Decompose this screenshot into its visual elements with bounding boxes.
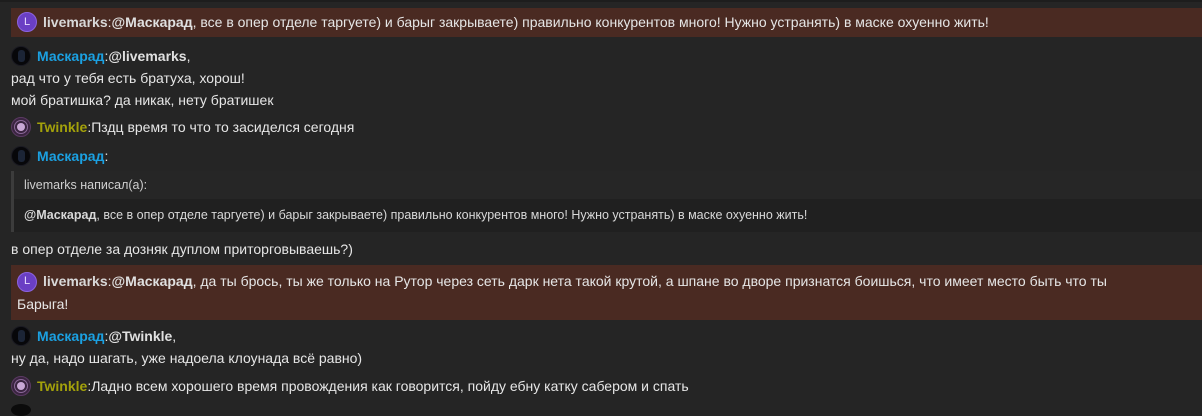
chat-message: Маскарад:: [11, 145, 1202, 167]
username-maskarad[interactable]: Маскарад: [37, 45, 104, 67]
quote-block: livemarks написал(а): @Маскарад, все в о…: [11, 171, 1202, 232]
chat-message: Маскарад: @livemarks, рад что у тебя ест…: [11, 45, 1202, 111]
message-line: в опер отделе за дозняк дуплом приторгов…: [11, 241, 353, 257]
mention[interactable]: @livemarks: [108, 45, 186, 67]
message-text: , все в опер отделе таргуете) и барыг за…: [192, 14, 989, 30]
username-maskarad[interactable]: Маскарад: [37, 325, 104, 347]
username-livemarks[interactable]: livemarks: [43, 11, 108, 33]
message-line: рад что у тебя есть братуха, хорош!: [11, 70, 245, 86]
message-line: ну да, надо шагать, уже надоела клоунада…: [11, 350, 363, 366]
message-text: , да ты брось, ты же только на Рутор чер…: [192, 273, 1107, 289]
avatar-livemarks[interactable]: L: [17, 271, 37, 292]
avatar-twinkle[interactable]: [11, 376, 31, 396]
quote-body: @Маскарад, все в опер отделе таргуете) и…: [14, 199, 1202, 232]
mention[interactable]: @Маскарад: [112, 270, 193, 293]
username-twinkle[interactable]: Twinkle: [37, 375, 87, 397]
message-line: мой братишка? да никак, нету братишек: [11, 92, 274, 108]
quote-mention[interactable]: @Маскарад: [24, 208, 96, 222]
mention[interactable]: @Twinkle: [108, 325, 172, 347]
avatar-twinkle[interactable]: [11, 117, 31, 137]
quote-text: , все в опер отделе таргуете) и барыг за…: [96, 208, 808, 222]
punctuation: ,: [172, 328, 177, 344]
avatar-maskarad[interactable]: [11, 326, 31, 346]
mention[interactable]: @Маскарад: [112, 11, 193, 33]
chat-message-highlighted: L livemarks: @Маскарад, да ты брось, ты …: [11, 265, 1202, 320]
username-maskarad[interactable]: Маскарад: [37, 145, 104, 167]
chat-message: Twinkle: Ладно всем хорошего время прово…: [11, 375, 1202, 397]
avatar-livemarks[interactable]: L: [17, 12, 37, 32]
chat-message-highlighted: L livemarks: @Маскарад, все в опер отдел…: [11, 8, 1202, 37]
top-divider: [0, 0, 1202, 2]
avatar-maskarad[interactable]: [11, 146, 31, 166]
username-livemarks[interactable]: livemarks: [43, 270, 108, 293]
avatar-partial: [11, 404, 31, 416]
chat-message: Маскарад: @Twinkle, ну да, надо шагать, …: [11, 325, 1202, 369]
punctuation: ,: [186, 48, 191, 64]
message-text-continued: Барыга!: [17, 296, 69, 312]
quote-header: livemarks написал(а):: [14, 171, 1202, 199]
message-text: Ладно всем хорошего время провождения ка…: [91, 378, 689, 394]
chat-message: Twinkle: Пздц время то что то засиделся …: [11, 116, 1202, 138]
message-text: Пздц время то что то засиделся сегодня: [91, 119, 355, 135]
avatar-maskarad[interactable]: [11, 46, 31, 66]
username-twinkle[interactable]: Twinkle: [37, 116, 87, 138]
punctuation: :: [104, 148, 109, 164]
